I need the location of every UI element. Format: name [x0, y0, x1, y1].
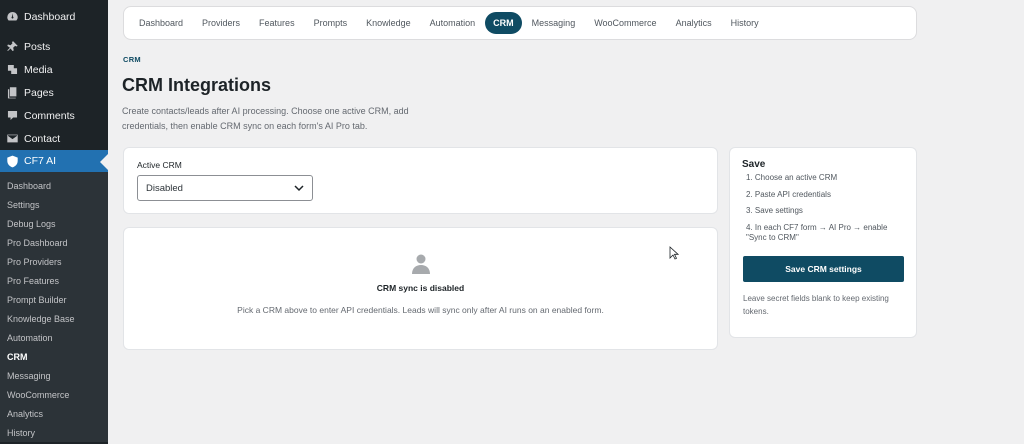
mouse-cursor-icon [669, 246, 679, 260]
sidebar-item-label: Media [24, 63, 53, 76]
tab-crm[interactable]: CRM [485, 12, 522, 34]
save-crm-settings-button[interactable]: Save CRM settings [743, 256, 904, 282]
save-step: 2. Paste API credentials [746, 189, 831, 199]
tab-messaging[interactable]: Messaging [523, 12, 585, 34]
submenu-item-automation[interactable]: Automation [0, 328, 108, 347]
chevron-down-icon [294, 185, 304, 192]
submenu-item-messaging[interactable]: Messaging [0, 366, 108, 385]
save-card: Save 1. Choose an active CRM 2. Paste AP… [729, 147, 917, 338]
tab-dashboard[interactable]: Dashboard [130, 12, 192, 34]
submenu-item-dashboard[interactable]: Dashboard [0, 176, 108, 195]
sidebar-item-posts[interactable]: Posts [0, 35, 108, 58]
submenu-item-settings[interactable]: Settings [0, 195, 108, 214]
sidebar-item-label: CF7 AI [24, 155, 57, 167]
shield-icon [6, 155, 19, 168]
submenu-item-knowledge-base[interactable]: Knowledge Base [0, 309, 108, 328]
sidebar-item-label: Comments [24, 109, 75, 122]
mail-icon [6, 132, 19, 145]
plugin-tab-bar: Dashboard Providers Features Prompts Kno… [123, 6, 917, 40]
save-step: 3. Save settings [746, 206, 803, 215]
sidebar-item-cf7-ai[interactable]: CF7 AI [0, 150, 108, 172]
save-card-title: Save [742, 159, 766, 170]
submenu-item-pro-dashboard[interactable]: Pro Dashboard [0, 233, 108, 252]
sidebar-item-label: Pages [24, 86, 54, 99]
tab-providers[interactable]: Providers [193, 12, 249, 34]
sidebar-item-label: Posts [24, 40, 51, 53]
submenu-item-history[interactable]: History [0, 423, 108, 442]
page-title: CRM Integrations [122, 75, 272, 95]
tab-features[interactable]: Features [250, 12, 304, 34]
sidebar-item-label: Contact [24, 132, 61, 145]
sidebar-item-contact[interactable]: Contact [0, 127, 108, 150]
submenu-item-debug-logs[interactable]: Debug Logs [0, 214, 108, 233]
user-icon [412, 254, 430, 274]
pin-icon [6, 40, 19, 53]
comment-icon [6, 109, 19, 122]
tab-knowledge[interactable]: Knowledge [357, 12, 420, 34]
active-crm-select[interactable]: Disabled [137, 175, 313, 201]
save-step: 4. In each CF7 form → AI Pro → enable "S… [746, 222, 888, 242]
submenu-item-analytics[interactable]: Analytics [0, 404, 108, 423]
submenu-item-prompt-builder[interactable]: Prompt Builder [0, 290, 108, 309]
save-note: Leave secret fields blank to keep existi… [743, 294, 889, 316]
tab-woocommerce[interactable]: WooCommerce [585, 12, 665, 34]
tab-prompts[interactable]: Prompts [305, 12, 357, 34]
active-crm-card: Active CRM Disabled [123, 147, 718, 214]
active-menu-arrow [100, 154, 108, 170]
save-steps-list: 1. Choose an active CRM 2. Paste API cre… [746, 173, 910, 249]
tab-history[interactable]: History [722, 12, 768, 34]
sidebar-item-comments[interactable]: Comments [0, 104, 108, 127]
crm-status-title: CRM sync is disabled [376, 283, 465, 293]
sidebar-item-media[interactable]: Media [0, 58, 108, 81]
sidebar-item-dashboard[interactable]: Dashboard [0, 5, 108, 28]
save-step: 1. Choose an active CRM [746, 173, 838, 182]
active-crm-label: Active CRM [137, 160, 182, 170]
crm-status-description: Pick a CRM above to enter API credential… [237, 305, 604, 315]
admin-sidebar: Dashboard Posts Media Pages Comments Con… [0, 0, 108, 444]
crm-status-card: CRM sync is disabled Pick a CRM above to… [123, 227, 718, 350]
dashboard-icon [6, 10, 19, 23]
pages-icon [6, 86, 19, 99]
media-icon [6, 63, 19, 76]
submenu-item-pro-providers[interactable]: Pro Providers [0, 252, 108, 271]
submenu-item-pro-features[interactable]: Pro Features [0, 271, 108, 290]
sidebar-item-pages[interactable]: Pages [0, 81, 108, 104]
active-crm-value: Disabled [146, 182, 183, 194]
page-eyebrow: CRM [123, 55, 141, 64]
page-description: Create contacts/leads after AI processin… [122, 106, 409, 131]
submenu-item-woocommerce[interactable]: WooCommerce [0, 385, 108, 404]
tab-automation[interactable]: Automation [421, 12, 485, 34]
submenu-item-crm[interactable]: CRM [0, 347, 108, 366]
tab-analytics[interactable]: Analytics [667, 12, 721, 34]
sidebar-item-label: Dashboard [24, 10, 76, 23]
sidebar-submenu: Dashboard Settings Debug Logs Pro Dashbo… [0, 172, 108, 442]
